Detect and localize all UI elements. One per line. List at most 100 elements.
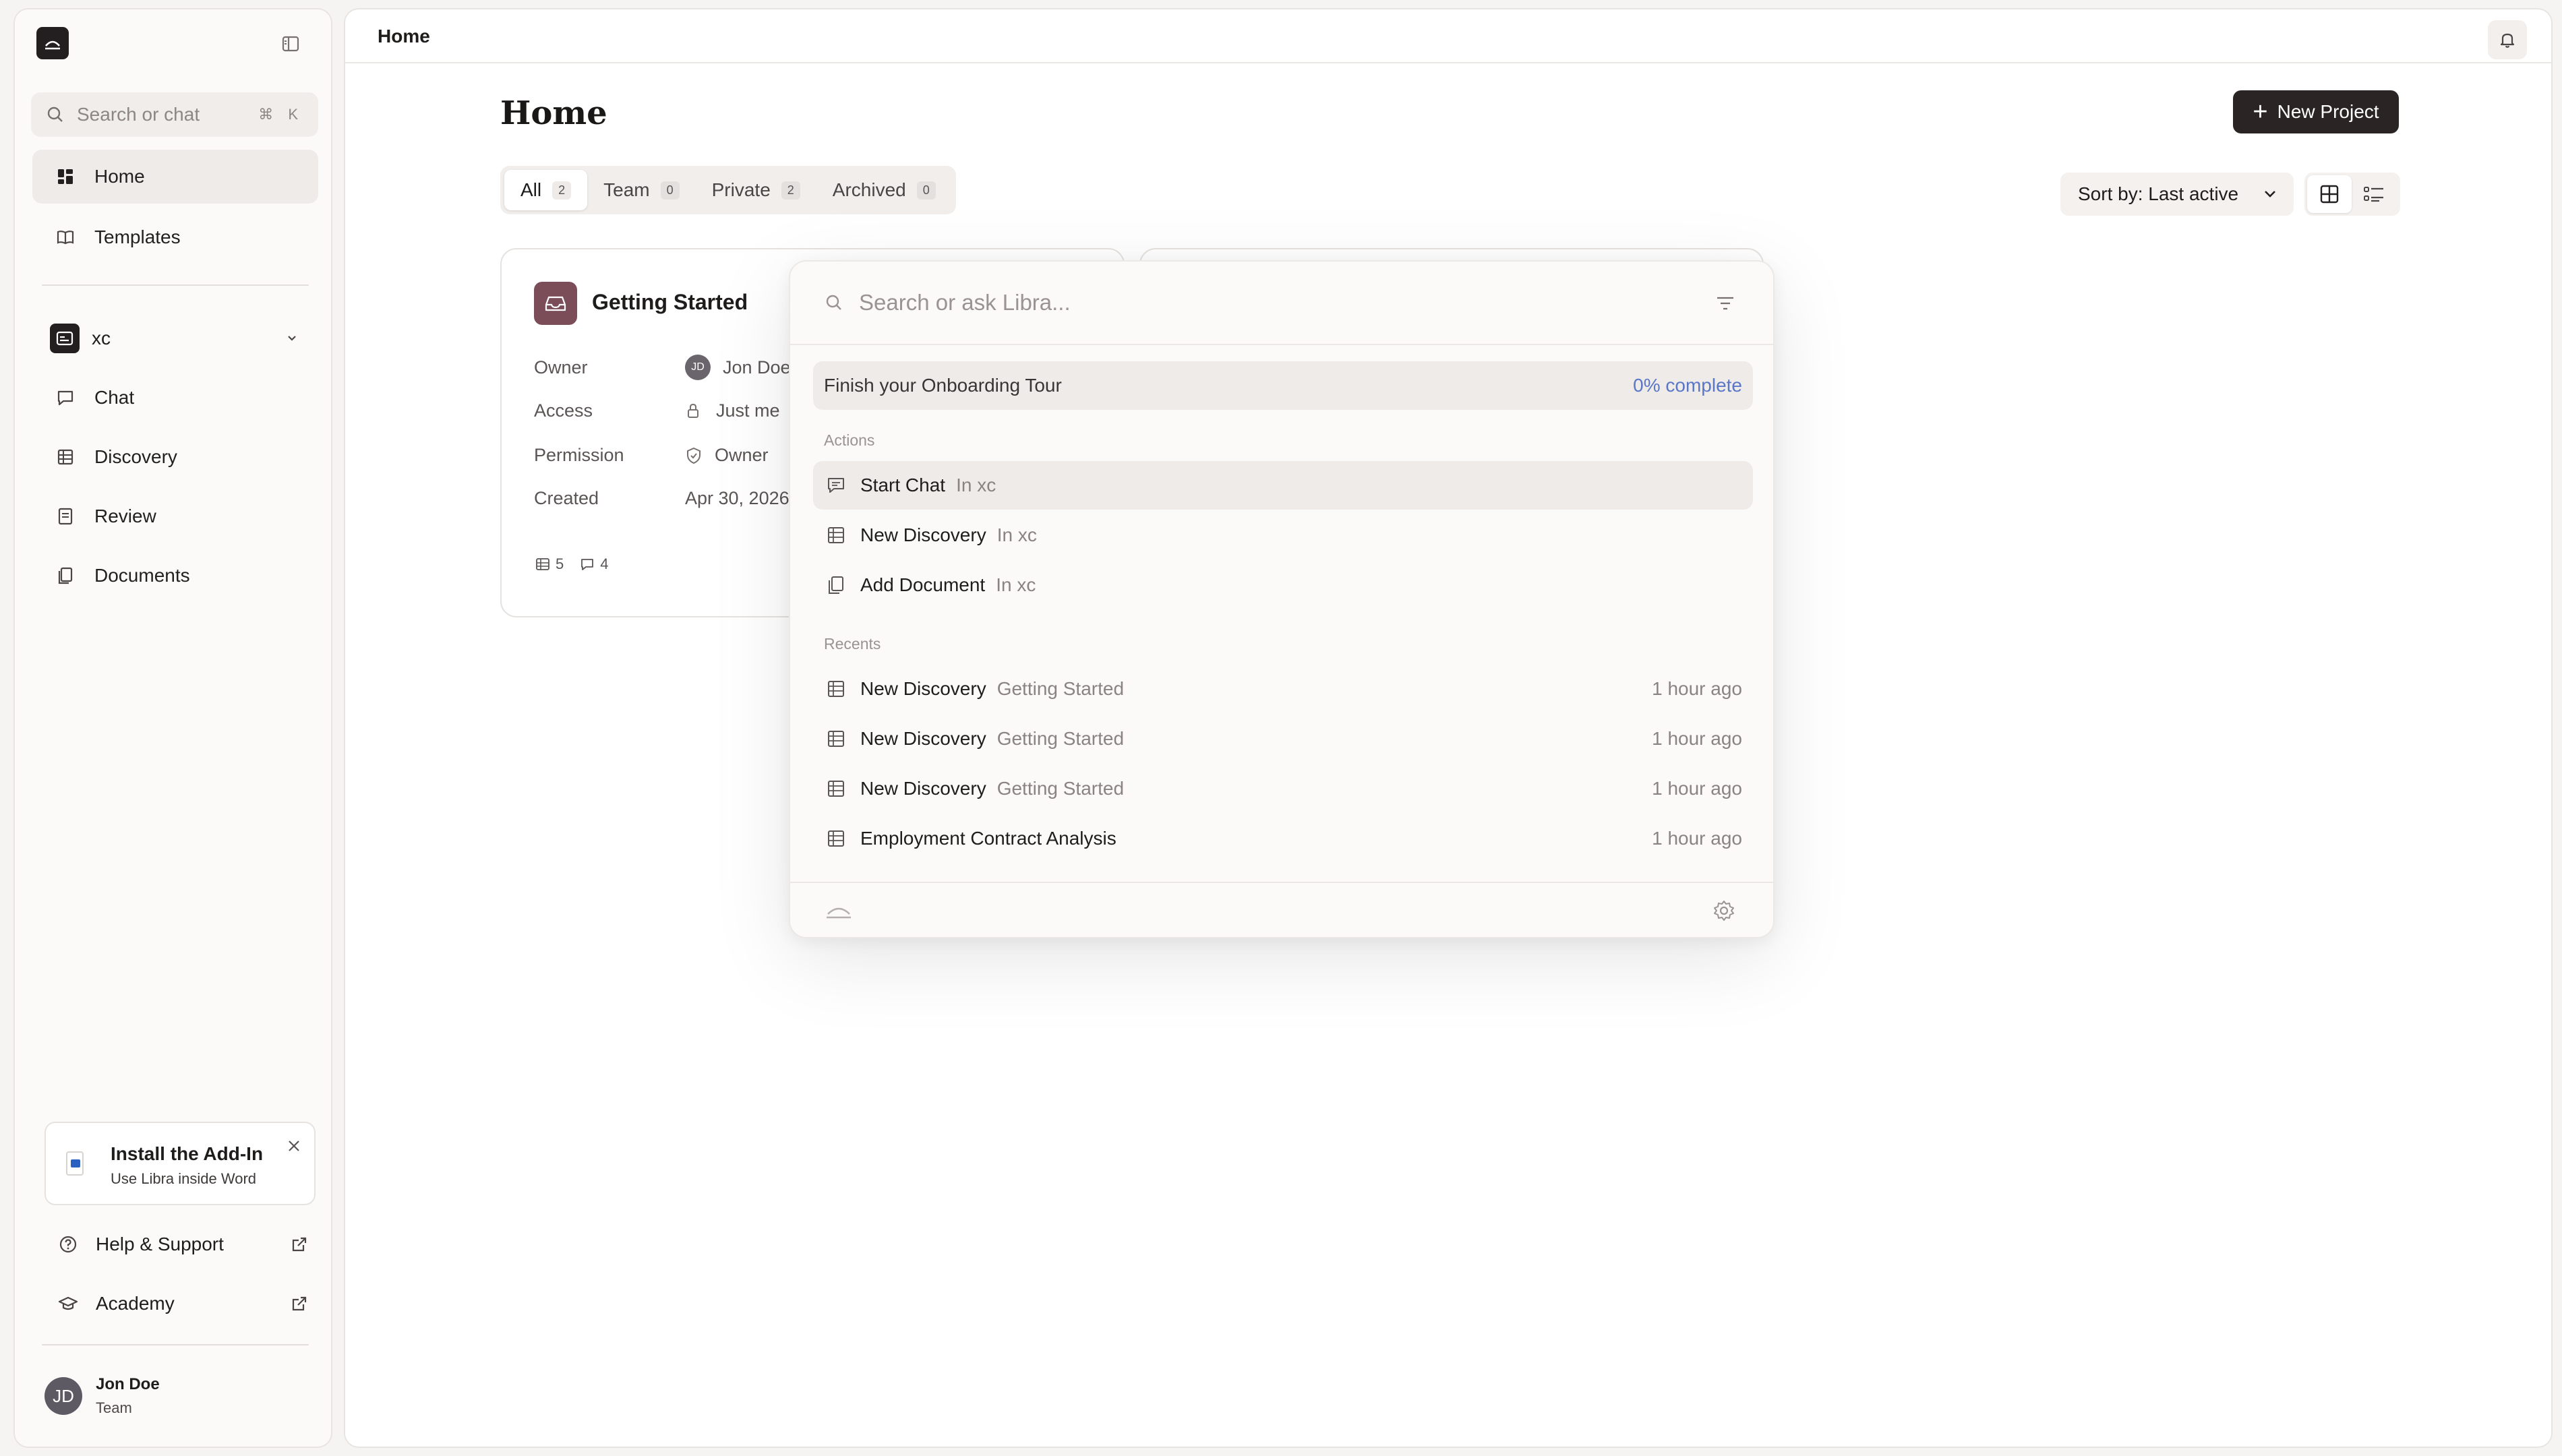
chat-bubble-icon	[55, 388, 76, 408]
item-label: New Discovery	[860, 778, 986, 799]
recents-header: Recents	[824, 635, 881, 653]
row-value: Apr 30, 2026	[685, 488, 790, 508]
item-context: Getting Started	[996, 678, 1125, 699]
nav-review[interactable]: Review	[32, 489, 318, 543]
tab-label: Private	[711, 179, 771, 200]
recent-item[interactable]: Employment Contract Analysis 1 hour ago	[813, 814, 1753, 863]
action-add-document[interactable]: Add Document In xc	[813, 561, 1753, 609]
project-filter-tabs: All 2 Team 0 Private 2 Archived 0	[500, 166, 956, 214]
tab-team[interactable]: Team 0	[587, 170, 695, 210]
tab-archived[interactable]: Archived 0	[816, 170, 952, 210]
row-key: Access	[534, 400, 593, 421]
review-doc-icon	[55, 506, 76, 526]
libra-logo-icon[interactable]	[36, 27, 69, 59]
addin-title: Install the Add-In	[111, 1143, 264, 1164]
tab-private[interactable]: Private 2	[696, 170, 816, 210]
command-palette: Search or ask Libra... Finish your Onboa…	[789, 260, 1775, 938]
palette-placeholder: Search or ask Libra...	[859, 290, 1071, 315]
documents-icon	[55, 566, 76, 586]
discovery-count-value: 5	[556, 555, 564, 572]
tab-count: 2	[552, 181, 572, 200]
nav-chat[interactable]: Chat	[32, 371, 318, 425]
onboarding-tour-item[interactable]: Finish your Onboarding Tour 0% complete	[813, 361, 1753, 410]
new-project-button[interactable]: + New Project	[2233, 90, 2399, 133]
palette-footer	[790, 882, 1773, 937]
notifications-bell-icon[interactable]	[2488, 20, 2527, 59]
user-name: Jon Doe	[96, 1375, 160, 1393]
item-context: In xc	[996, 574, 1036, 595]
nav-documents-label: Documents	[94, 565, 190, 586]
help-circle-icon	[58, 1234, 78, 1254]
item-context: In xc	[956, 475, 996, 495]
item-context: Getting Started	[996, 728, 1125, 749]
recent-item[interactable]: New Discovery Getting Started 1 hour ago	[813, 665, 1753, 713]
item-context: Getting Started	[996, 778, 1125, 799]
tour-label: Finish your Onboarding Tour	[824, 375, 1062, 396]
close-icon[interactable]	[286, 1138, 302, 1154]
shortcut-hint: ⌘ K	[258, 106, 303, 123]
item-label: New Discovery	[860, 524, 986, 545]
academy-link[interactable]: Academy	[44, 1283, 325, 1324]
grid-view-icon[interactable]	[2307, 175, 2352, 213]
project-access-row: Access Just me	[534, 400, 780, 421]
home-grid-icon	[55, 166, 76, 187]
nav-discovery[interactable]: Discovery	[32, 430, 318, 484]
row-value: Owner	[715, 445, 769, 465]
sidebar: Search or chat ⌘ K Home Templates xc Cha…	[13, 8, 332, 1448]
workspace-selector[interactable]: xc	[35, 318, 318, 359]
workspace-name: xc	[92, 328, 111, 348]
view-toggle	[2304, 173, 2400, 216]
table-icon	[536, 558, 549, 570]
row-value: Just me	[716, 400, 780, 421]
filter-icon[interactable]	[1715, 295, 1735, 311]
sidebar-search-input[interactable]: Search or chat ⌘ K	[31, 92, 318, 137]
chevron-down-icon	[286, 334, 298, 343]
tour-progress: 0% complete	[1633, 375, 1742, 396]
palette-search-input[interactable]: Search or ask Libra...	[790, 262, 1773, 345]
item-time: 1 hour ago	[1652, 678, 1742, 699]
page-title: Home	[500, 94, 607, 132]
workspace-icon	[50, 324, 80, 353]
nav-templates-label: Templates	[94, 226, 181, 247]
sort-label: Sort by: Last active	[2078, 183, 2239, 204]
item-label: Add Document	[860, 574, 986, 595]
tab-label: Team	[603, 179, 650, 200]
sort-dropdown[interactable]: Sort by: Last active	[2060, 173, 2294, 216]
libra-logo-icon	[824, 901, 854, 922]
avatar: JD	[44, 1377, 82, 1415]
book-icon	[55, 227, 76, 247]
addin-promo-card[interactable]: Install the Add-In Use Libra inside Word	[44, 1122, 316, 1205]
search-icon	[824, 293, 844, 313]
avatar: JD	[685, 355, 711, 380]
recent-item[interactable]: New Discovery Getting Started 1 hour ago	[813, 764, 1753, 813]
user-profile[interactable]: JD Jon Doe Team	[44, 1375, 160, 1417]
nav-review-label: Review	[94, 506, 156, 526]
nav-documents[interactable]: Documents	[32, 549, 318, 603]
search-placeholder: Search or chat	[77, 104, 200, 125]
breadcrumb: Home	[378, 26, 430, 47]
chat-count: 4	[580, 555, 609, 573]
word-app-icon	[66, 1151, 84, 1176]
item-context: In xc	[996, 524, 1037, 545]
row-key: Created	[534, 488, 599, 508]
tab-label: All	[520, 179, 542, 200]
recent-item[interactable]: New Discovery Getting Started 1 hour ago	[813, 715, 1753, 763]
project-created-row: Created Apr 30, 2026	[534, 488, 790, 509]
nav-home[interactable]: Home	[32, 150, 318, 204]
chat-bubble-icon	[825, 475, 847, 496]
help-support-link[interactable]: Help & Support	[44, 1224, 325, 1265]
chat-bubble-icon	[581, 559, 594, 570]
nav-home-label: Home	[94, 166, 145, 187]
sidebar-divider	[42, 1344, 309, 1345]
discovery-count: 5	[535, 555, 564, 573]
collapse-sidebar-icon[interactable]	[280, 34, 303, 57]
settings-gear-icon[interactable]	[1712, 899, 1735, 922]
external-link-icon	[290, 1235, 309, 1254]
action-new-discovery[interactable]: New Discovery In xc	[813, 511, 1753, 559]
nav-templates[interactable]: Templates	[32, 210, 318, 264]
shield-check-icon	[685, 446, 703, 465]
list-view-icon[interactable]	[2352, 175, 2396, 213]
tab-all[interactable]: All 2	[504, 170, 588, 210]
row-key: Permission	[534, 445, 624, 465]
action-start-chat[interactable]: Start Chat In xc	[813, 461, 1753, 510]
